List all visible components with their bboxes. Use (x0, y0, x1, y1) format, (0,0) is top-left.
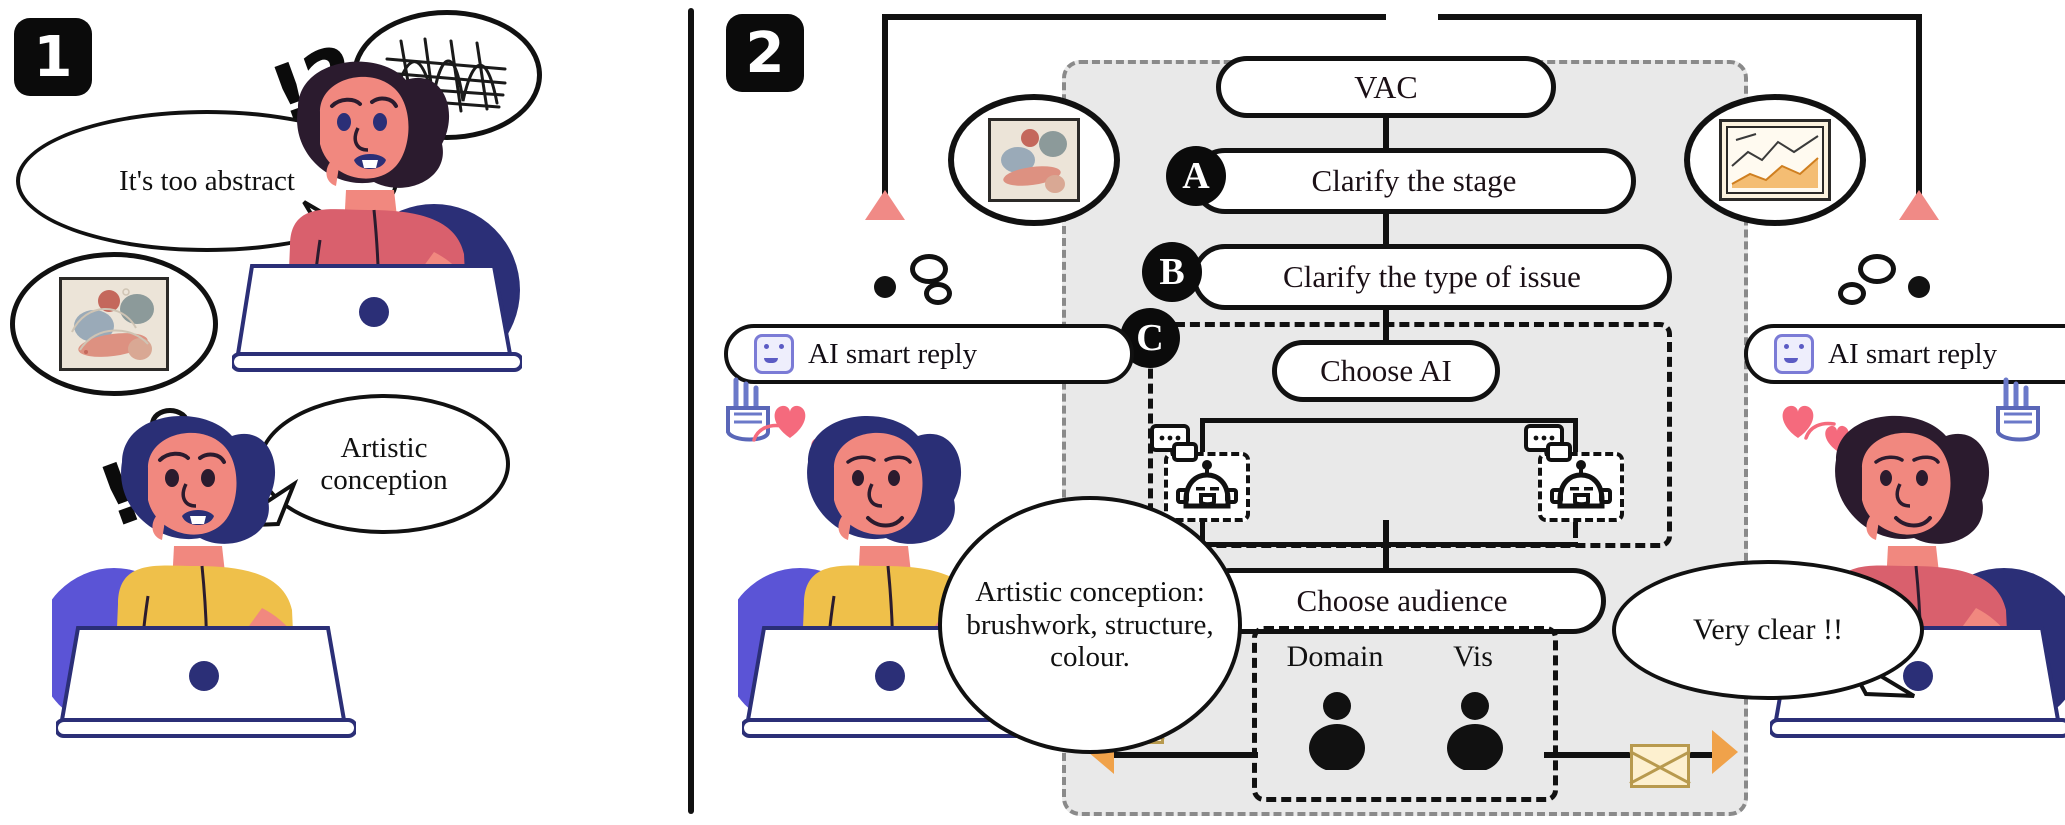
right-user-speech-bubble: Very clear !! (1612, 560, 1924, 700)
envelope-icon (1630, 744, 1690, 788)
left-user-speech-bubble: Artistic conception: brushwork, structur… (938, 496, 1242, 754)
flow-node-c-label: Choose AI (1320, 353, 1452, 388)
panel-badge-2: 2 (726, 14, 804, 92)
panel-divider (688, 8, 694, 814)
expert-laptop (232, 264, 522, 372)
connector-left-vertical (882, 14, 888, 204)
connector-merge (1200, 542, 1578, 547)
abstract-painting-icon (988, 118, 1080, 202)
flow-node-vac-label: VAC (1354, 68, 1418, 105)
flow-node-a[interactable]: Clarify the stage (1192, 148, 1636, 214)
ai-chat-icon (754, 334, 794, 374)
flow-node-b-label: Clarify the type of issue (1283, 259, 1581, 294)
right-arrow-marker (1899, 190, 1939, 220)
left-user-speech-text: Artistic conception: brushwork, structur… (966, 576, 1214, 674)
right-user-speech-text: Very clear !! (1693, 613, 1843, 647)
audience-label-vis: Vis (1453, 640, 1493, 673)
right-panel-right-thought (1684, 94, 1866, 226)
thought-dot (910, 254, 948, 284)
robot-icon (1176, 460, 1238, 509)
robot-icon (1550, 460, 1612, 509)
novice-art-thought (10, 252, 218, 396)
step-badge-b: B (1142, 242, 1202, 302)
flow-node-vac[interactable]: VAC (1216, 56, 1556, 118)
panel-badge-1: 1 (14, 18, 92, 96)
ai-smart-reply-left[interactable]: AI smart reply (724, 324, 1134, 384)
arrow-right-head (1712, 730, 1738, 774)
thought-dot (1838, 282, 1866, 305)
chat-bubble-icon (1150, 424, 1198, 462)
connector-to-left-user (1114, 752, 1258, 758)
left-line-endpoint (874, 276, 896, 298)
connector-right-vertical (1916, 14, 1922, 204)
novice-laptop (56, 626, 356, 738)
thought-dot (1858, 254, 1896, 284)
flow-node-b[interactable]: Clarify the type of issue (1192, 244, 1672, 310)
connector-top-right (1438, 14, 1922, 20)
right-panel-left-thought (948, 94, 1120, 226)
ai-smart-reply-left-label: AI smart reply (808, 337, 978, 370)
connector-top-left (882, 14, 1386, 20)
flow-node-d[interactable]: Choose audience (1198, 568, 1606, 634)
ai-chat-icon (1774, 334, 1814, 374)
abstract-painting-icon (59, 277, 169, 371)
ai-smart-reply-right-label: AI smart reply (1828, 337, 1998, 370)
connector-branch (1200, 418, 1578, 423)
flow-node-c[interactable]: Choose AI (1272, 340, 1500, 402)
audience-label-domain: Domain (1286, 640, 1384, 673)
flow-node-a-label: Clarify the stage (1311, 163, 1517, 198)
thought-dot (924, 282, 952, 305)
right-line-endpoint (1908, 276, 1930, 298)
line-chart-icon (1719, 119, 1831, 201)
figure-root: 1 !? It's too abstract (0, 0, 2065, 825)
chat-bubble-icon (1524, 424, 1572, 462)
person-icon (1309, 692, 1365, 770)
step-badge-a: A (1166, 146, 1226, 206)
flow-node-d-label: Choose audience (1296, 583, 1508, 618)
left-arrow-marker (865, 190, 905, 220)
person-icon (1447, 692, 1503, 770)
